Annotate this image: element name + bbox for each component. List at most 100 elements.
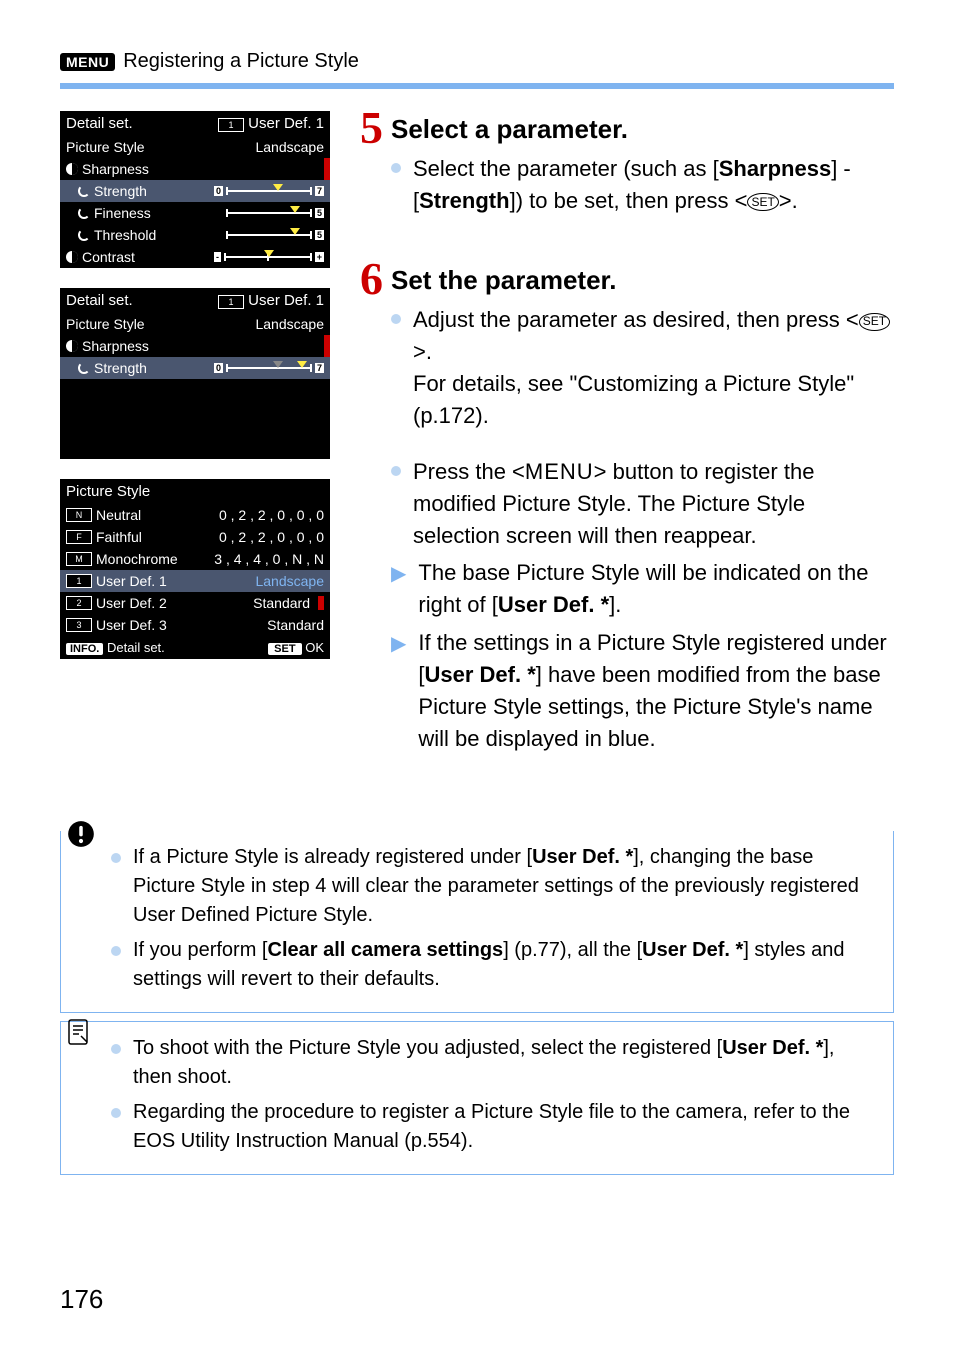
ps-list-row: M Monochrome 3 , 4 , 4 , 0 , N , N — [60, 548, 330, 570]
scrollbar-indicator-2 — [324, 335, 330, 357]
ps-row-value: 3 , 4 , 4 , 0 , N , N — [214, 551, 324, 567]
p1-threshold-row: Threshold 0 5 — [60, 224, 330, 246]
menu-badge: MENU — [60, 53, 115, 71]
p1-fineness-row: Fineness 0 5 — [60, 202, 330, 224]
p1-contrast-row: Contrast - + — [60, 246, 330, 268]
panel-picture-style-list: Picture Style N Neutral0 , 2 , 2 , 0 , 0… — [60, 479, 330, 659]
p2-title-left: Detail set. — [66, 292, 133, 309]
p2-ps-label: Picture Style — [66, 316, 145, 332]
p3-footer-ok: OK — [305, 640, 324, 655]
ps-row-name: Neutral — [96, 507, 141, 523]
step-6: 6 Set the parameter. Adjust the paramete… — [360, 262, 894, 760]
step-6-title: Set the parameter. — [391, 262, 894, 300]
ps-row-value: 0 , 2 , 2 , 0 , 0 , 0 — [219, 507, 324, 523]
step-6-bullet-3: The base Picture Style will be indicated… — [418, 557, 894, 621]
p2-strength-row: Strength 0 7 — [60, 357, 330, 379]
p3-footer-detail: Detail set. — [107, 640, 165, 655]
step-6-bullet-1: Adjust the parameter as desired, then pr… — [413, 304, 894, 432]
p3-footer: INFO. Detail set. SET OK — [60, 636, 330, 659]
ps-icon-1b: 1 — [218, 295, 244, 309]
ps-row-icon: F — [66, 530, 92, 544]
step-5-number: 5 — [360, 107, 383, 222]
red-marker — [318, 596, 324, 610]
bullet-icon — [391, 314, 401, 324]
ps-list-row: 2 User Def. 2 Standard — [60, 592, 330, 614]
ps-row-value: Standard — [267, 617, 324, 633]
bullet-icon — [111, 1108, 121, 1118]
ps-row-name: Monochrome — [96, 551, 178, 567]
p2-ps-value: Landscape — [255, 316, 324, 332]
page-number: 176 — [60, 1284, 103, 1315]
p1-title-right: 1 User Def. 1 — [218, 115, 324, 132]
notes-section: If a Picture Style is already registered… — [60, 831, 894, 1175]
step-6-bullet-4: If the settings in a Picture Style regis… — [418, 627, 894, 755]
sharpness-icon — [66, 163, 78, 175]
step-5-title: Select a parameter. — [391, 111, 894, 149]
ps-row-value: 0 , 2 , 2 , 0 , 0 , 0 — [219, 529, 324, 545]
p1-sharpness: Sharpness — [66, 161, 149, 177]
p3-title: Picture Style — [66, 483, 150, 500]
p2-sharpness: Sharpness — [66, 338, 149, 354]
ps-list-row: F Faithful 0 , 2 , 2 , 0 , 0 , 0 — [60, 526, 330, 548]
p1-strength-slider: 0 7 — [214, 186, 324, 196]
caution-note-1: If a Picture Style is already registered… — [133, 843, 875, 930]
p2-user-def: User Def. 1 — [248, 292, 324, 309]
ps-row-name: Faithful — [96, 529, 142, 545]
threshold-icon — [78, 229, 90, 241]
contrast-icon — [66, 251, 78, 263]
bullet-icon — [391, 163, 401, 173]
right-column: 5 Select a parameter. Select the paramet… — [360, 111, 894, 771]
tip-note-2: Regarding the procedure to register a Pi… — [133, 1098, 875, 1156]
info-badge: INFO. — [66, 643, 103, 655]
step-5-bullet-1: Select the parameter (such as [Sharpness… — [413, 153, 894, 217]
p1-ps-label: Picture Style — [66, 139, 145, 155]
ps-list-row: 3 User Def. 3 Standard — [60, 614, 330, 636]
ps-list-row: N Neutral0 , 2 , 2 , 0 , 0 , 0 — [60, 504, 330, 526]
sharpness-icon-2 — [66, 340, 78, 352]
ps-row-name: User Def. 1 — [96, 573, 167, 589]
left-column: Detail set. 1 User Def. 1 Picture Style … — [60, 111, 330, 659]
set-button-icon: SET — [859, 313, 890, 331]
ps-icon-1: 1 — [218, 118, 244, 132]
menu-text: MENU — [525, 459, 594, 484]
header-rule — [60, 83, 894, 89]
ps-row-icon: 1 — [66, 574, 92, 588]
caution-note: If a Picture Style is already registered… — [60, 831, 894, 1013]
page-title: Registering a Picture Style — [123, 50, 359, 73]
ps-row-icon: M — [66, 552, 92, 566]
p1-user-def: User Def. 1 — [248, 115, 324, 132]
bullet-icon — [111, 853, 121, 863]
ps-row-icon: 2 — [66, 596, 92, 610]
p1-ps-value: Landscape — [255, 139, 324, 155]
ps-list-row: 1 User Def. 1 Landscape — [60, 570, 330, 592]
caution-note-2: If you perform [Clear all camera setting… — [133, 936, 875, 994]
ps-row-name: User Def. 3 — [96, 617, 167, 633]
caution-icon — [67, 817, 95, 861]
ps-row-name: User Def. 2 — [96, 595, 167, 611]
page-header: MENU Registering a Picture Style — [60, 50, 894, 73]
panel-detail-set-2: Detail set. 1 User Def. 1 Picture Style … — [60, 288, 330, 459]
note-icon — [67, 1018, 91, 1057]
strength-icon — [78, 185, 90, 197]
set-button-icon: SET — [747, 193, 778, 211]
p1-strength-row: Strength 0 7 — [60, 180, 330, 202]
ps-row-value: Landscape — [255, 573, 324, 589]
tip-note: To shoot with the Picture Style you adju… — [60, 1021, 894, 1175]
arrow-icon: ▶ — [391, 630, 406, 755]
bullet-icon — [111, 1044, 121, 1054]
tip-note-1: To shoot with the Picture Style you adju… — [133, 1034, 875, 1092]
set-badge: SET — [268, 643, 301, 655]
step-6-number: 6 — [360, 258, 383, 760]
fineness-icon — [78, 207, 90, 219]
scrollbar-indicator — [324, 158, 330, 180]
step-6-bullet-2: Press the <MENU> button to register the … — [413, 456, 894, 552]
panel-detail-set-1: Detail set. 1 User Def. 1 Picture Style … — [60, 111, 330, 268]
ps-row-icon: 3 — [66, 618, 92, 632]
arrow-icon: ▶ — [391, 560, 406, 621]
ps-row-value: Standard — [253, 595, 310, 611]
bullet-icon — [111, 946, 121, 956]
p1-title-left: Detail set. — [66, 115, 133, 132]
p2-title-right: 1 User Def. 1 — [218, 292, 324, 309]
strength-icon-2 — [78, 362, 90, 374]
step-5: 5 Select a parameter. Select the paramet… — [360, 111, 894, 222]
